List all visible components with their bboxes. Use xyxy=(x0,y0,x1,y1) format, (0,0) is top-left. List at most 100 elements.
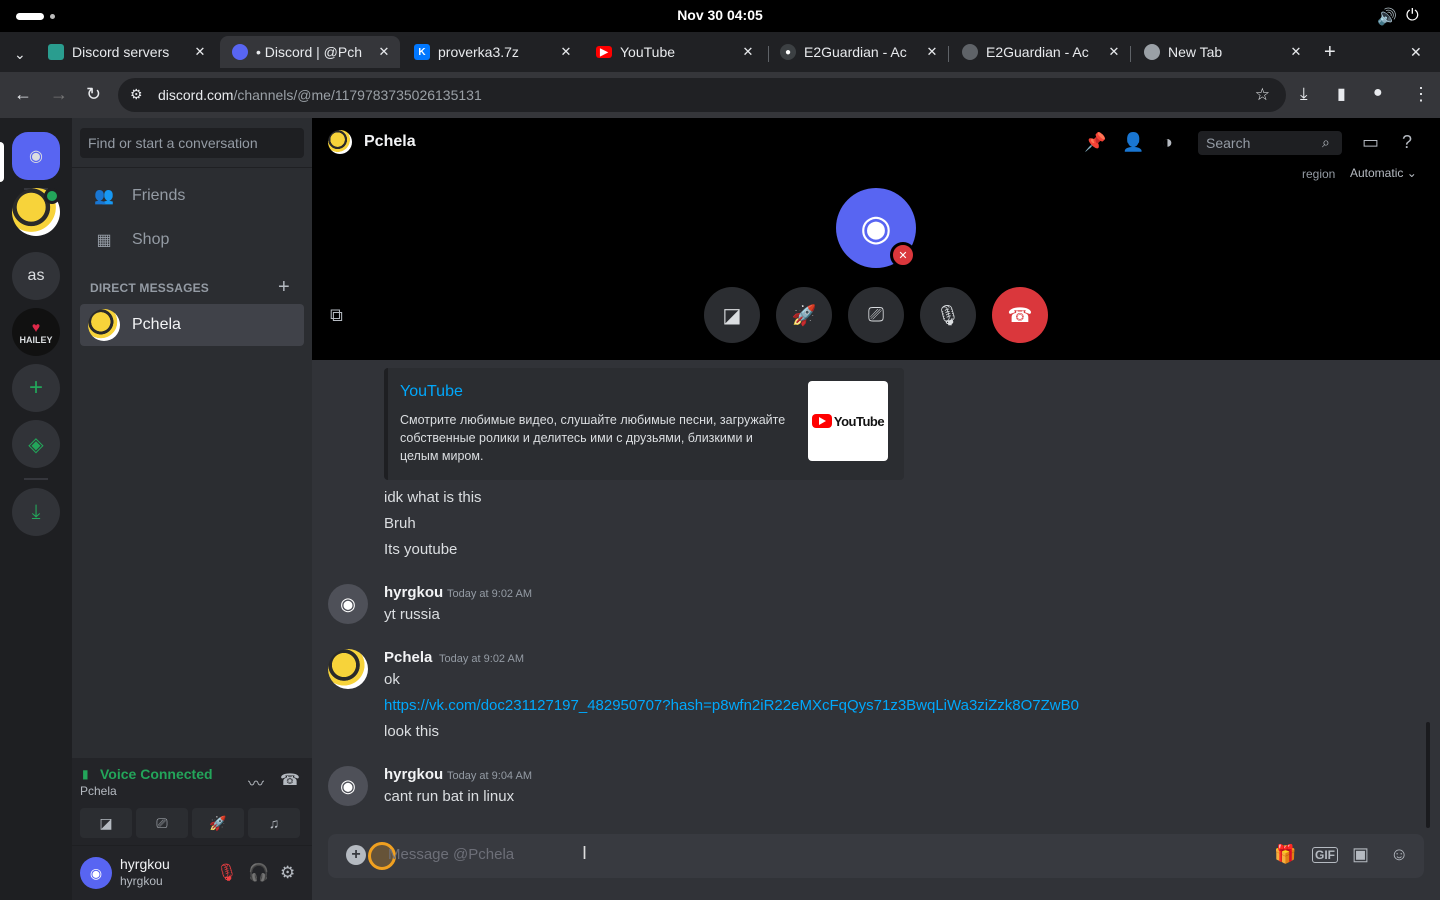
close-icon[interactable]: ✕ xyxy=(374,44,394,60)
new-tab-button[interactable]: + xyxy=(1316,36,1346,68)
avatar xyxy=(88,309,120,341)
site-settings-icon[interactable]: ⚙ xyxy=(130,86,143,103)
server-hailey[interactable]: ♥ HAILEY xyxy=(12,308,60,356)
system-bar: Nov 30 04:05 🔊 ⏻ xyxy=(0,0,1440,32)
add-friend-icon[interactable]: 👤 xyxy=(1122,132,1144,153)
server-as[interactable]: as xyxy=(12,252,60,300)
message-author[interactable]: Pchela xyxy=(384,649,432,666)
sidebar-item-friends[interactable]: 👥 Friends xyxy=(80,175,304,217)
close-icon[interactable]: ✕ xyxy=(556,44,576,60)
camera-toggle-button[interactable]: ◪ xyxy=(704,287,760,343)
tab-youtube[interactable]: ▶ YouTube ✕ xyxy=(584,36,764,68)
side-panel-icon[interactable]: ▮ xyxy=(1337,84,1346,104)
message-list: YouTube Смотрите любимые видео, слушайте… xyxy=(312,360,1440,830)
close-window-button[interactable]: ✕ xyxy=(1400,36,1430,68)
help-icon[interactable]: ? xyxy=(1402,132,1412,153)
discord-logo-icon: ◉ xyxy=(29,148,43,165)
activities-button[interactable]: 🚀 xyxy=(776,287,832,343)
plus-icon: + xyxy=(28,374,43,401)
leave-call-button[interactable]: ☎ xyxy=(992,287,1048,343)
region-dropdown[interactable]: Automatic ⌄ xyxy=(1350,166,1417,180)
message-author[interactable]: hyrgkou xyxy=(384,766,443,783)
embed-title[interactable]: YouTube xyxy=(400,383,463,401)
add-server-button[interactable]: + xyxy=(12,364,60,412)
back-arrow-icon[interactable]: ← xyxy=(14,84,32,105)
power-icon[interactable]: ⏻ xyxy=(1406,7,1419,25)
close-icon[interactable]: ✕ xyxy=(190,44,210,60)
menu-kebab-icon[interactable]: ⋮ xyxy=(1412,84,1430,105)
reload-icon[interactable]: ↻ xyxy=(86,84,101,105)
attach-plus-icon[interactable]: + xyxy=(346,845,366,865)
create-dm-plus-icon[interactable]: + xyxy=(278,276,290,299)
gif-icon[interactable]: GIF xyxy=(1312,847,1338,863)
message-link[interactable]: https://vk.com/doc231127197_482950707?ha… xyxy=(384,697,1079,714)
dm-item-pchela[interactable]: Pchela xyxy=(80,304,304,346)
system-clock[interactable]: Nov 30 04:05 xyxy=(0,7,1440,23)
user-name[interactable]: hyrgkou xyxy=(120,856,170,872)
close-icon[interactable]: ✕ xyxy=(922,44,942,60)
popout-icon[interactable]: ⧉ xyxy=(330,305,343,326)
tab-discord-dm[interactable]: • Discord | @Pch ✕ xyxy=(220,36,400,68)
inbox-icon[interactable]: ▭ xyxy=(1362,132,1379,153)
avatar[interactable]: ◉ xyxy=(328,584,368,624)
voice-status[interactable]: Voice Connected xyxy=(100,766,213,782)
forward-arrow-icon[interactable]: → xyxy=(50,84,68,105)
address-bar[interactable]: ⚙ discord.com/channels/@me/1179783735026… xyxy=(118,78,1286,112)
profile-icon[interactable]: ● xyxy=(1373,84,1383,102)
close-icon[interactable]: ✕ xyxy=(738,44,758,60)
download-apps-button[interactable]: ⤓ xyxy=(12,488,60,536)
gear-icon[interactable]: ⚙ xyxy=(280,863,295,883)
embed-thumbnail[interactable]: YouTube xyxy=(808,381,888,461)
download-icon[interactable]: ⤓ xyxy=(1300,84,1308,104)
soundboard-button[interactable]: ♫ xyxy=(248,808,300,838)
url-text[interactable]: discord.com/channels/@me/117978373502613… xyxy=(158,87,482,103)
close-icon[interactable]: ✕ xyxy=(1104,44,1124,60)
tab-e2guardian-2[interactable]: E2Guardian - Ac ✕ xyxy=(950,36,1130,68)
tab-proverka[interactable]: K proverka3.7z ✕ xyxy=(402,36,582,68)
bookmark-star-icon[interactable]: ☆ xyxy=(1255,85,1270,105)
gift-icon[interactable]: 🎁 xyxy=(1274,844,1296,865)
search-input[interactable]: Search xyxy=(1198,131,1342,155)
server-hailey-label: HAILEY xyxy=(19,335,53,345)
tab-title: • Discord | @Pch xyxy=(256,44,362,60)
screen-share-button[interactable]: ⎚ xyxy=(136,808,188,838)
message-timestamp: Today at 9:02 AM xyxy=(439,653,524,665)
screen-share-icon: ⎚ xyxy=(156,814,168,831)
close-icon[interactable]: ✕ xyxy=(1286,44,1306,60)
tab-discord-servers[interactable]: Discord servers ✕ xyxy=(36,36,216,68)
headphones-icon[interactable]: 🎧 xyxy=(248,863,269,883)
screen-share-button[interactable]: ⎚ xyxy=(848,287,904,343)
volume-icon[interactable]: 🔊 xyxy=(1377,7,1397,27)
profile-toggle-icon[interactable]: ◑ xyxy=(1162,132,1173,153)
scrollbar[interactable] xyxy=(1426,722,1430,828)
avatar[interactable]: ◉ xyxy=(328,766,368,806)
tab-new-tab[interactable]: New Tab ✕ xyxy=(1132,36,1312,68)
avatar[interactable] xyxy=(328,649,368,689)
disconnect-call-icon[interactable]: ☎ xyxy=(280,770,300,790)
avatar[interactable]: ◉ xyxy=(80,857,112,889)
signal-icon[interactable]: ▮ xyxy=(82,767,89,781)
explore-servers-button[interactable]: ◈ xyxy=(12,420,60,468)
github-favicon-icon: ● xyxy=(780,44,796,60)
voice-channel[interactable]: Pchela xyxy=(80,784,117,798)
mic-muted-icon[interactable]: 🎙 xyxy=(216,863,238,883)
url-host: discord.com xyxy=(158,87,234,103)
tab-list-button[interactable]: ⌄ xyxy=(4,38,34,70)
mute-button[interactable]: 🎙 xyxy=(920,287,976,343)
discord-servers-favicon-icon xyxy=(48,44,64,60)
message-author[interactable]: hyrgkou xyxy=(384,584,443,601)
direct-messages-home-button[interactable]: ◉ xyxy=(12,132,60,180)
camera-toggle-button[interactable]: ◪ xyxy=(80,808,132,838)
activities-button[interactable]: 🚀 xyxy=(192,808,244,838)
sticker-icon[interactable]: ▣ xyxy=(1352,844,1369,865)
chevron-down-icon: ⌄ xyxy=(14,45,26,62)
friends-label: Friends xyxy=(132,187,186,204)
message-input[interactable]: Message @Pchela xyxy=(388,846,514,863)
noise-suppression-icon[interactable]: 〰 xyxy=(248,770,264,794)
dm-search-input[interactable]: Find or start a conversation xyxy=(80,128,304,158)
emoji-icon[interactable]: ☺ xyxy=(1390,844,1408,865)
pin-icon[interactable]: 📌 xyxy=(1084,132,1106,153)
tab-e2guardian-1[interactable]: ● E2Guardian - Ac ✕ xyxy=(768,36,948,68)
message-composer[interactable]: + Message @Pchela I 🎁 GIF ▣ ☺ xyxy=(328,834,1424,878)
sidebar-item-shop[interactable]: ▦ Shop xyxy=(80,219,304,261)
